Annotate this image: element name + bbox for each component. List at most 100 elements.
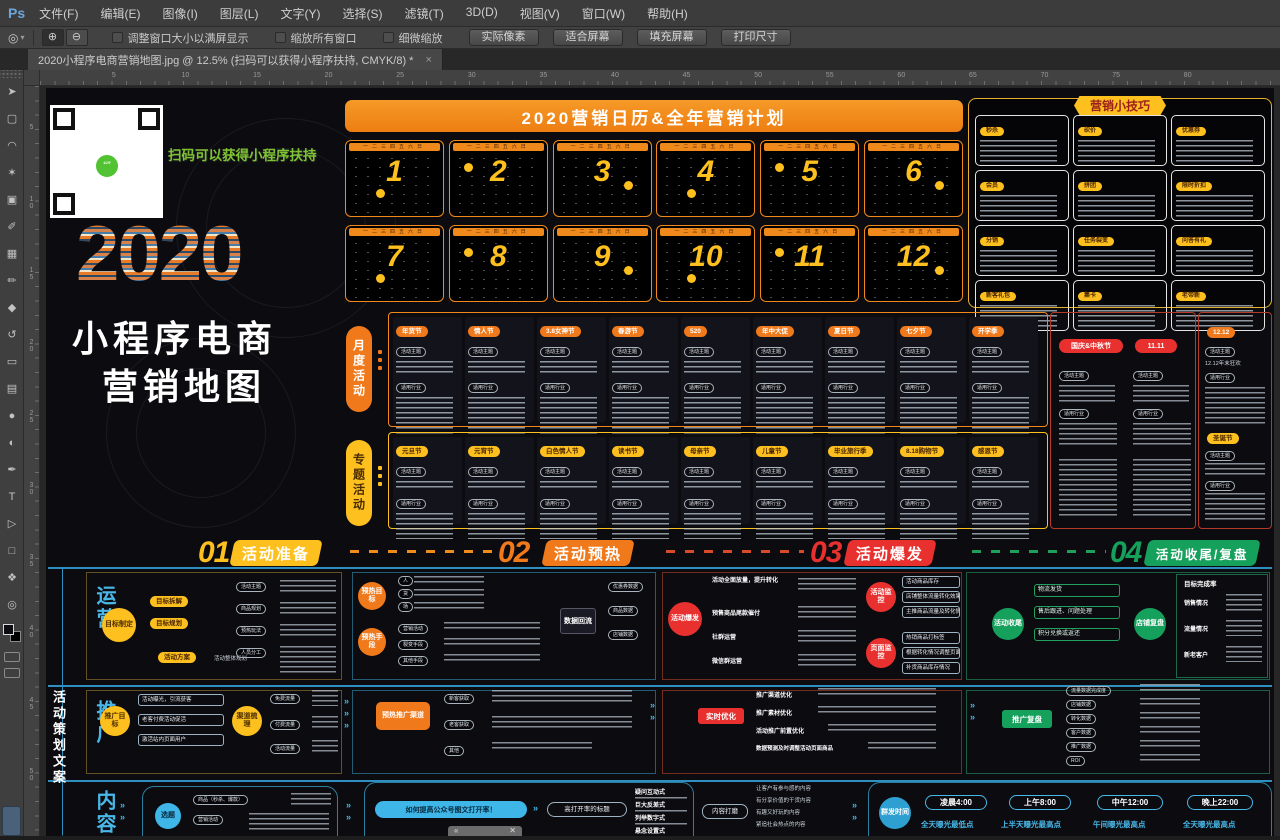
tool-button[interactable]: ◆ bbox=[0, 294, 24, 321]
tool-button[interactable]: ◎ bbox=[0, 591, 24, 618]
collapsed-panel-widget[interactable]: « ✕ bbox=[448, 826, 522, 836]
menu-item[interactable]: 选择(S) bbox=[342, 5, 382, 22]
theme-label: 活动主题 bbox=[684, 347, 714, 357]
menu-item[interactable]: 视图(V) bbox=[520, 5, 560, 22]
special-activity-card: 毕业旅行季 活动主题 适用行业 bbox=[825, 437, 894, 524]
calendar-banner: 2020营销日历&全年营销计划 bbox=[345, 100, 963, 132]
checkbox-label: 调整窗口大小以满屏显示 bbox=[128, 30, 249, 46]
ruler-ticks bbox=[40, 81, 1280, 85]
theme-label: 活动主题 bbox=[756, 467, 786, 477]
page-item: 补货商品库存情况 bbox=[902, 662, 960, 674]
industry-text-lines bbox=[756, 397, 813, 437]
special-activity-card: 儿童节 活动主题 适用行业 bbox=[753, 437, 822, 524]
tool-button[interactable]: ✶ bbox=[0, 159, 24, 186]
tool-button[interactable]: ▢ bbox=[0, 105, 24, 132]
op-activity-monitor-circle: 活动监控 bbox=[866, 582, 896, 612]
burst-item: 微信群运营 bbox=[712, 656, 742, 665]
tool-button[interactable]: ↺ bbox=[0, 321, 24, 348]
tool-button[interactable]: ▷ bbox=[0, 510, 24, 537]
ruler-number: 15 bbox=[28, 267, 35, 281]
foreground-color-swatch[interactable] bbox=[3, 624, 14, 635]
menu-item[interactable]: 文字(Y) bbox=[280, 5, 320, 22]
open-rate-node: 高打开率的标题 bbox=[547, 802, 627, 817]
menu-item[interactable]: 图层(L) bbox=[220, 5, 259, 22]
docked-panel-stub[interactable] bbox=[2, 806, 21, 836]
tool-button[interactable]: ✒ bbox=[0, 456, 24, 483]
tool-button[interactable]: ▣ bbox=[0, 186, 24, 213]
fit-screen-button[interactable]: 适合屏幕 bbox=[553, 29, 623, 46]
menu-item[interactable]: 帮助(H) bbox=[647, 5, 688, 22]
print-size-button[interactable]: 打印尺寸 bbox=[721, 29, 791, 46]
industry-text-lines bbox=[900, 397, 957, 437]
tip-card: 砍价 bbox=[1073, 115, 1167, 166]
document-canvas[interactable]: “” 扫码可以获得小程序扶持 2020 小程序电商 营销地图 2020营销日历&… bbox=[40, 86, 1280, 836]
special-activities-label: 专题活动 bbox=[346, 440, 372, 526]
pr-review-row: 转化数据 bbox=[1066, 714, 1096, 724]
tip-text-lines bbox=[980, 140, 1057, 162]
menu-item[interactable]: 文件(F) bbox=[39, 5, 78, 22]
tool-button[interactable]: ◠ bbox=[0, 132, 24, 159]
color-swatches[interactable] bbox=[3, 624, 21, 642]
weekday-strip: 一二三四五六日 bbox=[349, 143, 440, 151]
tool-button[interactable]: ▭ bbox=[0, 348, 24, 375]
fill-screen-button[interactable]: 填充屏幕 bbox=[637, 29, 707, 46]
menu-item[interactable]: 图像(I) bbox=[162, 5, 197, 22]
zoom-in-button[interactable]: ⊕ bbox=[42, 29, 64, 46]
quick-mask-button[interactable] bbox=[4, 652, 20, 662]
menu-item[interactable]: 3D(D) bbox=[466, 5, 498, 22]
actual-pixels-button[interactable]: 实际像素 bbox=[469, 29, 539, 46]
arrow-icon: » bbox=[344, 708, 347, 718]
checkbox-scrubby-zoom[interactable]: 细微缩放 bbox=[383, 30, 443, 46]
month-number: 1 bbox=[346, 155, 443, 189]
tool-button[interactable]: □ bbox=[0, 537, 24, 564]
tip-text-lines bbox=[980, 195, 1057, 217]
text-lines bbox=[414, 589, 484, 597]
pr-goal-pill: 活动曝光，引流获客 bbox=[138, 694, 224, 706]
theme-text-lines bbox=[972, 361, 1029, 373]
ruler-number: 25 bbox=[28, 410, 35, 424]
theme-text-lines bbox=[828, 481, 885, 489]
checkbox-resize-window[interactable]: 调整窗口大小以满屏显示 bbox=[112, 30, 249, 46]
special-activity-card: 母亲节 活动主题 适用行业 bbox=[681, 437, 750, 524]
op-goal-pill: 目标规划 bbox=[150, 618, 188, 629]
zoom-out-button[interactable]: ⊖ bbox=[66, 29, 88, 46]
industry-text-lines bbox=[828, 397, 885, 437]
industry-text-lines bbox=[540, 397, 597, 437]
tool-button[interactable]: ◐ bbox=[0, 429, 24, 456]
menu-item[interactable]: 窗口(W) bbox=[582, 5, 625, 22]
tool-button[interactable]: ❖ bbox=[0, 564, 24, 591]
data-row: 店铺数据 bbox=[608, 630, 638, 640]
tool-button[interactable]: ▤ bbox=[0, 375, 24, 402]
tool-button[interactable]: ✐ bbox=[0, 213, 24, 240]
zoom-tool-icon[interactable]: ◎ bbox=[8, 31, 18, 45]
dropdown-caret-icon[interactable]: ▾ bbox=[20, 33, 24, 42]
theme-label: 活动主题 bbox=[1133, 371, 1163, 381]
theme-label: 活动主题 bbox=[1205, 451, 1235, 461]
tool-button[interactable]: ✏ bbox=[0, 267, 24, 294]
topic-circle: 选题 bbox=[155, 803, 181, 829]
channel-row: 活动流量 bbox=[270, 744, 300, 754]
close-icon[interactable]: ✕ bbox=[509, 826, 516, 836]
checkbox-label: 细微缩放 bbox=[399, 30, 443, 46]
screen-mode-button[interactable] bbox=[4, 668, 20, 678]
calendar-month-card: 一二三四五六日 12 bbox=[864, 225, 963, 302]
tool-button[interactable]: T bbox=[0, 483, 24, 510]
tool-button[interactable]: ▦ bbox=[0, 240, 24, 267]
menu-item[interactable]: 滤镜(T) bbox=[404, 5, 443, 22]
pgc-row: 货 bbox=[398, 589, 413, 599]
text-lines bbox=[1140, 754, 1200, 762]
checkbox-zoom-all-windows[interactable]: 缩放所有窗口 bbox=[275, 30, 357, 46]
pr-review-row: ROI bbox=[1066, 756, 1085, 766]
theme-label: 活动主题 bbox=[612, 347, 642, 357]
document-tab[interactable]: 2020小程序电商营销地图.jpg @ 12.5% (扫码可以获得小程序扶持, … bbox=[28, 49, 443, 70]
tool-button[interactable]: ➤ bbox=[0, 78, 24, 105]
weekday-strip: 一二三四五六日 bbox=[868, 228, 959, 236]
channel-row: 免费流量 bbox=[270, 694, 300, 704]
topic-pill: 营销活动 bbox=[193, 815, 223, 825]
menu-item[interactable]: 编辑(E) bbox=[100, 5, 140, 22]
panel-grip[interactable] bbox=[0, 70, 23, 78]
tool-button[interactable]: ● bbox=[0, 402, 24, 429]
collapse-icon[interactable]: « bbox=[454, 826, 458, 836]
close-icon[interactable]: × bbox=[425, 54, 431, 66]
month-number: 12 bbox=[865, 240, 962, 274]
